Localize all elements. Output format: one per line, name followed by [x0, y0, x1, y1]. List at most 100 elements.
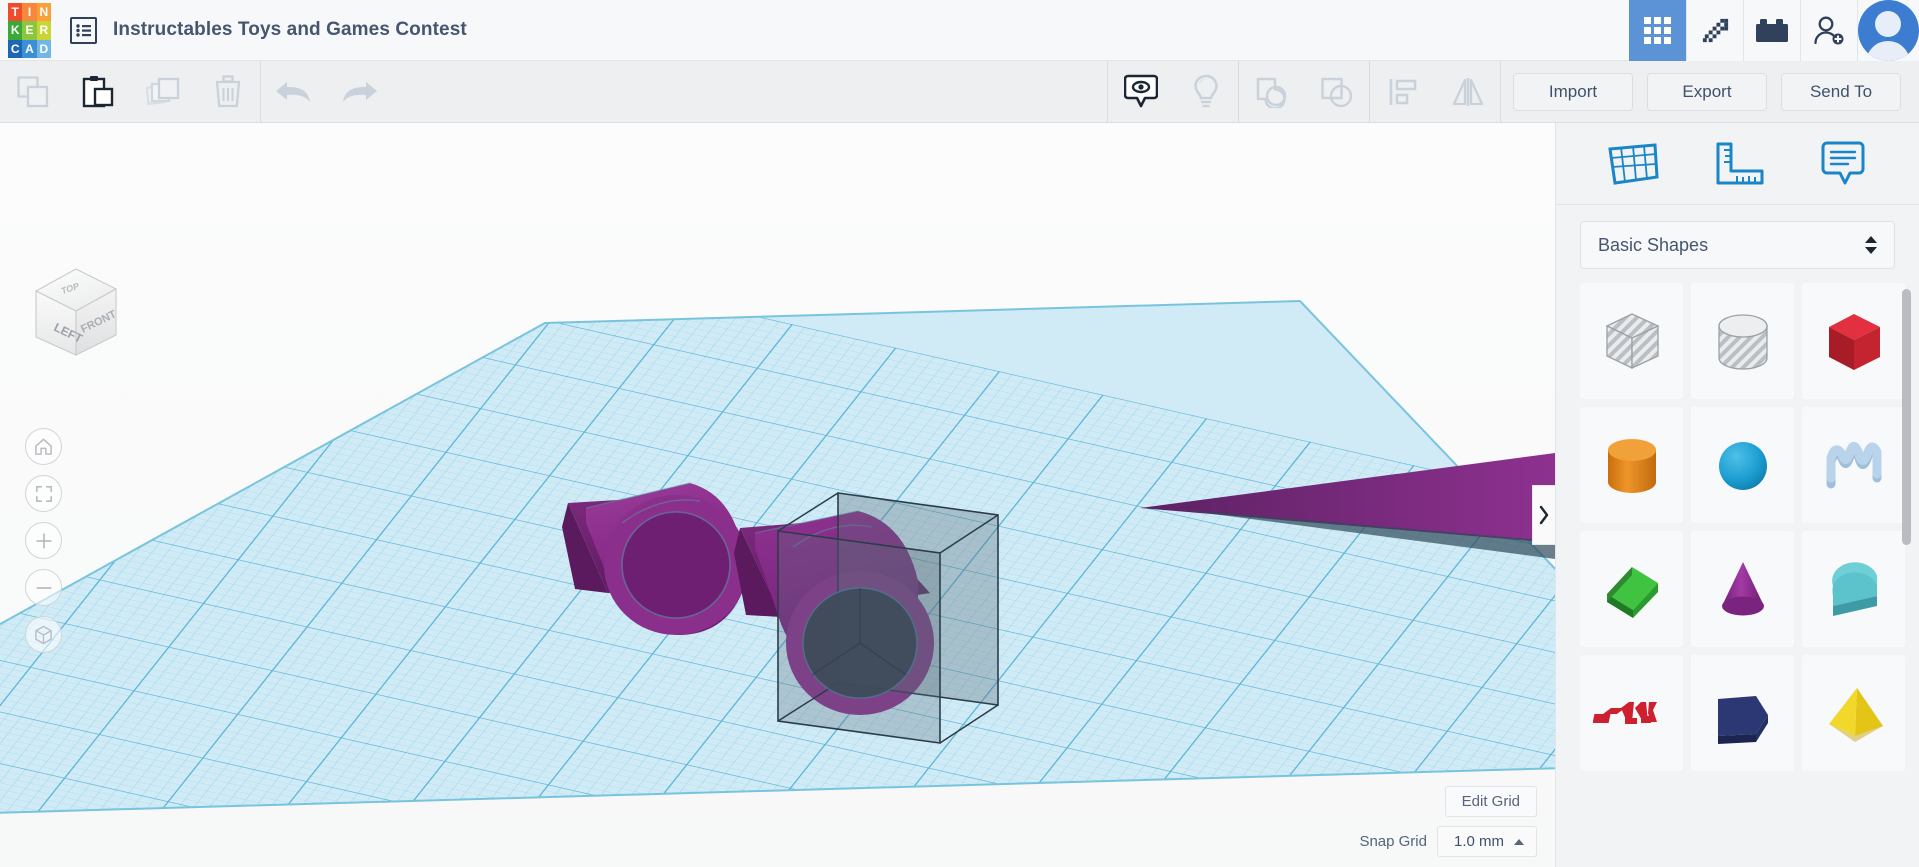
- shape-wedge[interactable]: [1580, 531, 1683, 647]
- shape-roof[interactable]: [1802, 531, 1905, 647]
- avatar: [1858, 0, 1919, 61]
- header-spacer: [467, 0, 1629, 60]
- shape-scribble[interactable]: [1802, 407, 1905, 523]
- panel-scrollbar-track[interactable]: [1902, 283, 1915, 867]
- zoom-in-button[interactable]: [25, 522, 62, 559]
- snap-grid-value: 1.0 mm: [1453, 833, 1504, 850]
- avatar-button[interactable]: [1857, 0, 1919, 61]
- shape-text[interactable]: [1580, 655, 1683, 771]
- panel-tab-bar: [1556, 123, 1919, 205]
- pickaxe-minecraft-icon-button[interactable]: [1686, 0, 1743, 61]
- note-bubble-icon: [1821, 141, 1864, 184]
- fit-to-view-button[interactable]: [25, 475, 62, 512]
- shape-cylinder[interactable]: [1580, 407, 1683, 523]
- zoom-out-button[interactable]: [25, 569, 62, 606]
- tinkercad-logo[interactable]: T I N K E R C A D: [0, 0, 60, 61]
- toolbar-actions: Import Export Send To: [1501, 61, 1919, 122]
- duplicate-button[interactable]: [130, 61, 195, 122]
- collapse-panel-button[interactable]: [1532, 485, 1555, 545]
- notes-tab[interactable]: [1808, 134, 1878, 194]
- history-tool-group: [261, 61, 391, 122]
- perspective-cube-icon: [35, 625, 52, 644]
- home-view-button[interactable]: [25, 428, 62, 465]
- logo-letter: T: [8, 3, 23, 22]
- send-to-button[interactable]: Send To: [1781, 72, 1901, 111]
- designs-list-icon[interactable]: [70, 16, 97, 44]
- logo-letter: K: [8, 21, 23, 40]
- snap-grid-label: Snap Grid: [1359, 833, 1427, 850]
- logo-letter: I: [22, 3, 37, 22]
- app-header: T I N K E R C A D Instructables Toys and…: [0, 0, 1919, 61]
- shape-cylinder-hole[interactable]: [1691, 283, 1794, 399]
- caret-up-icon: [1514, 838, 1524, 845]
- redo-button[interactable]: [326, 61, 391, 122]
- edit-grid-button[interactable]: Edit Grid: [1444, 786, 1537, 817]
- delete-button[interactable]: [195, 61, 260, 122]
- mirror-flip-icon: [1452, 77, 1483, 106]
- home-icon: [35, 438, 52, 455]
- shape-polygon[interactable]: [1691, 655, 1794, 771]
- export-button[interactable]: Export: [1647, 72, 1767, 111]
- main-toolbar: Import Export Send To: [0, 61, 1919, 123]
- view-tool-group: [1108, 61, 1238, 122]
- logo-letter: N: [36, 3, 51, 22]
- logo-letter: R: [36, 21, 51, 40]
- logo-letter: A: [22, 39, 37, 58]
- mirror-button[interactable]: [1435, 61, 1500, 122]
- panel-scrollbar-thumb[interactable]: [1902, 289, 1911, 545]
- shape-grid-wrap: [1556, 283, 1919, 867]
- align-icon: [1389, 78, 1416, 105]
- add-user-icon-button[interactable]: [1800, 0, 1857, 61]
- view-cube[interactable]: LEFT FRONT TOP: [26, 263, 122, 368]
- ruler-icon: [1716, 142, 1763, 184]
- clipboard-tool-group: [0, 61, 260, 122]
- plus-icon: [35, 532, 52, 549]
- shapes-panel: Basic Shapes: [1555, 123, 1919, 867]
- shape-cone[interactable]: [1691, 531, 1794, 647]
- workplane-scene: [0, 123, 1555, 867]
- snap-grid-dropdown[interactable]: 1.0 mm: [1436, 826, 1537, 857]
- 3d-canvas[interactable]: LEFT FRONT TOP Edit Grid Snap Grid 1.0 m…: [0, 123, 1555, 867]
- import-button[interactable]: Import: [1513, 72, 1633, 111]
- group-button[interactable]: [1239, 61, 1304, 122]
- shape-grid: [1580, 283, 1905, 771]
- paste-button[interactable]: [65, 61, 130, 122]
- tinkercad-app: T I N K E R C A D Instructables Toys and…: [0, 0, 1919, 867]
- logo-letter: D: [36, 39, 51, 58]
- chevron-right-icon: [1539, 505, 1549, 525]
- shape-box[interactable]: [1802, 283, 1905, 399]
- delete-trash-icon: [215, 75, 240, 108]
- group-tool-group: [1239, 61, 1369, 122]
- shape-library-select[interactable]: Basic Shapes: [1580, 221, 1895, 269]
- undo-button[interactable]: [261, 61, 326, 122]
- perspective-toggle-button[interactable]: [25, 616, 62, 653]
- minus-icon: [35, 586, 52, 589]
- shape-pyramid[interactable]: [1802, 655, 1905, 771]
- paste-icon: [82, 75, 113, 107]
- page-title: Instructables Toys and Games Contest: [113, 19, 467, 40]
- logo-letter: E: [22, 21, 37, 40]
- ruler-tab[interactable]: [1703, 134, 1773, 194]
- lightbulb-button[interactable]: [1173, 61, 1238, 122]
- pickaxe-minecraft-icon: [1702, 18, 1728, 43]
- lightbulb-icon: [1193, 74, 1218, 107]
- align-button[interactable]: [1370, 61, 1435, 122]
- shape-box-hole[interactable]: [1580, 283, 1683, 399]
- undo-arrow-icon: [275, 81, 310, 102]
- spinner-arrows-icon: [1865, 236, 1877, 254]
- grid-apps-icon-button[interactable]: [1629, 0, 1686, 61]
- redo-arrow-icon: [342, 81, 377, 102]
- ungroup-button[interactable]: [1304, 61, 1369, 122]
- grid-apps-icon: [1644, 17, 1671, 44]
- copy-button[interactable]: [0, 61, 65, 122]
- title-group: Instructables Toys and Games Contest: [60, 0, 467, 60]
- show-hide-button[interactable]: [1108, 61, 1173, 122]
- workplane-tab[interactable]: [1598, 134, 1668, 194]
- lego-brick-icon-button[interactable]: [1743, 0, 1800, 61]
- workplane-icon: [1607, 142, 1659, 185]
- shape-sphere[interactable]: [1691, 407, 1794, 523]
- shape-library-selector-wrap: Basic Shapes: [1556, 205, 1919, 283]
- show-hide-eye-icon: [1123, 74, 1158, 107]
- grid-controls: Edit Grid Snap Grid 1.0 mm: [1359, 786, 1537, 857]
